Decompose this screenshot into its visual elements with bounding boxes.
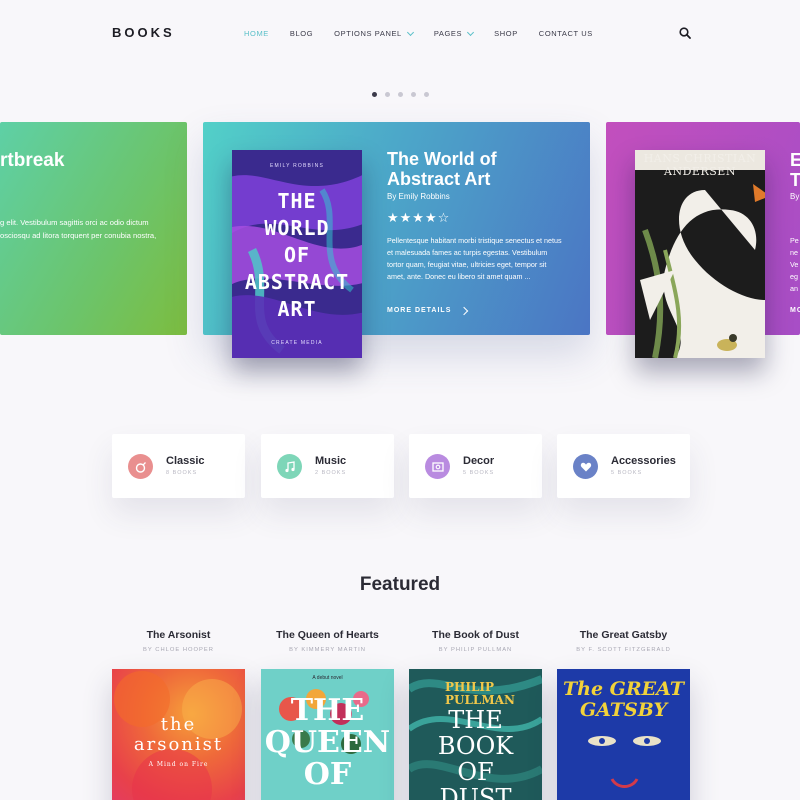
queen-cover-text: THE QUEEN OF: [264, 693, 391, 792]
arsonist-cover-sub: A Mind on Fire: [148, 761, 209, 768]
slider-dot-5[interactable]: [424, 92, 429, 97]
category-count: 5 BOOKS: [463, 470, 495, 476]
dust-cover-author: PHILIP PULLMAN: [445, 680, 515, 707]
slide-left-desc: g elit. Vestibulum sagittis orci ac odio…: [0, 218, 157, 240]
book-cover-andersen[interactable]: HANS CHRISTIAN ANDERSEN: [635, 150, 765, 358]
nav-home[interactable]: HOME: [244, 29, 269, 38]
book-title[interactable]: The Arsonist: [112, 629, 245, 641]
category-name: Accessories: [611, 455, 676, 467]
slider-dot-2[interactable]: [385, 92, 390, 97]
nav-shop[interactable]: SHOP: [494, 29, 518, 38]
category-music[interactable]: Music 2 BOOKS: [261, 434, 394, 498]
cover-author: EMILY ROBBINS: [269, 163, 325, 169]
featured-book-gatsby[interactable]: The Great Gatsby BY F. SCOTT FITZGERALD …: [557, 629, 690, 800]
book-cover-abstract-art[interactable]: EMILY ROBBINS THE WORLD OF ABSTRACT ART CREA…: [232, 150, 362, 358]
arsonist-cover-text: the arsonist: [133, 714, 224, 755]
slide-right[interactable]: HANS CHRISTIAN ANDERSEN E T By Pe ne Ve …: [606, 122, 800, 358]
featured-book-dust[interactable]: The Book of Dust BY PHILIP PULLMAN PHILI…: [409, 629, 542, 800]
cover-publisher: CREATE MEDIA: [271, 340, 323, 346]
slide-right-more[interactable]: MO: [790, 307, 800, 314]
slide-title[interactable]: The World of Abstract Art: [387, 149, 567, 189]
more-details-button[interactable]: MORE DETAILS: [387, 306, 469, 315]
slide-right-author: By: [790, 192, 800, 201]
category-name: Classic: [166, 455, 205, 467]
category-name: Decor: [463, 455, 495, 467]
cover-title: THE WORLD OF ABSTRACT ART: [244, 189, 350, 321]
nav-contact[interactable]: CONTACT US: [539, 29, 593, 38]
music-note-icon: [277, 454, 302, 479]
category-count: 2 BOOKS: [315, 470, 347, 476]
nav-pages[interactable]: PAGES: [433, 28, 475, 38]
rating-stars: ★★★★☆: [387, 210, 451, 225]
site-logo[interactable]: BOOKS: [112, 25, 175, 40]
book-author: BY F. SCOTT FITZGERALD: [576, 647, 671, 653]
nav-home-label: HOME: [244, 29, 269, 38]
category-classic[interactable]: Classic 8 BOOKS: [112, 434, 245, 498]
picture-icon: [425, 454, 450, 479]
slide-right-body: Pe ne Ve eg an: [790, 236, 799, 293]
nav-blog-label: BLOG: [289, 29, 314, 38]
more-details-label: MORE DETAILS: [387, 307, 452, 314]
book-cover-queen-of-hearts[interactable]: A debut novel THE QUEEN OF: [261, 669, 394, 800]
book-title[interactable]: The Queen of Hearts: [261, 629, 394, 641]
category-count: 8 BOOKS: [166, 470, 198, 476]
chevron-down-icon: [467, 28, 475, 36]
slider-dot-3[interactable]: [398, 92, 403, 97]
slider-dot-1[interactable]: [372, 92, 377, 97]
book-cover-arsonist[interactable]: the arsonist A Mind on Fire: [112, 669, 245, 800]
dust-cover-text: THE BOOK OF DUST: [437, 706, 514, 800]
nav-shop-label: SHOP: [494, 29, 518, 38]
slide-center[interactable]: EMILY ROBBINS THE WORLD OF ABSTRACT ART CREA…: [203, 122, 590, 358]
chevron-down-icon: [406, 28, 414, 36]
category-name: Music: [315, 455, 347, 467]
nav-pages-label: PAGES: [433, 29, 463, 38]
nav-options-panel-label: OPTIONS PANEL: [334, 29, 402, 38]
heart-icon: [573, 454, 598, 479]
andersen-cover-title: HANS CHRISTIAN ANDERSEN: [643, 152, 757, 178]
book-author: BY PHILIP PULLMAN: [438, 647, 513, 653]
gatsby-cover-text: The GREAT GATSBY: [563, 678, 684, 721]
featured-book-arsonist[interactable]: The Arsonist BY CHLOE HOOPER the arsonis…: [112, 629, 245, 800]
bomb-icon: [128, 454, 153, 479]
search-icon[interactable]: [679, 27, 691, 39]
chevron-right-icon: [460, 306, 469, 315]
slide-right-title[interactable]: E T: [790, 150, 800, 190]
featured-book-queen-of-hearts[interactable]: The Queen of Hearts BY KIMMERY MARTIN A …: [261, 629, 394, 800]
book-cover-dust[interactable]: PHILIP PULLMAN THE BOOK OF DUST: [409, 669, 542, 800]
slider-dots: [372, 92, 429, 97]
category-accessories[interactable]: Accessories 5 BOOKS: [557, 434, 690, 498]
swan-illustration: [635, 150, 765, 358]
nav-blog[interactable]: BLOG: [290, 29, 313, 38]
nav-options-panel[interactable]: OPTIONS PANEL: [334, 28, 414, 38]
book-title[interactable]: The Great Gatsby: [557, 629, 690, 641]
book-author: BY KIMMERY MARTIN: [289, 647, 366, 653]
book-author: BY CHLOE HOOPER: [143, 647, 214, 653]
slide-author: By Emily Robbins: [387, 192, 450, 201]
slide-description: Pellentesque habitant morbi tristique se…: [387, 236, 562, 281]
slide-left-title: rtbreak: [0, 150, 65, 171]
slide-left[interactable]: rtbreak g elit. Vestibulum sagittis orci…: [0, 122, 187, 335]
slider-dot-4[interactable]: [411, 92, 416, 97]
book-title[interactable]: The Book of Dust: [409, 629, 542, 641]
featured-heading: Featured: [359, 574, 441, 595]
category-count: 5 BOOKS: [611, 470, 643, 476]
main-nav: HOME BLOG OPTIONS PANEL PAGES SHOP CONTA…: [244, 28, 614, 38]
category-decor[interactable]: Decor 5 BOOKS: [409, 434, 542, 498]
queen-cover-sub: A debut novel: [312, 675, 343, 681]
nav-contact-label: CONTACT US: [538, 29, 593, 38]
book-cover-gatsby[interactable]: The GREAT GATSBY: [557, 669, 690, 800]
